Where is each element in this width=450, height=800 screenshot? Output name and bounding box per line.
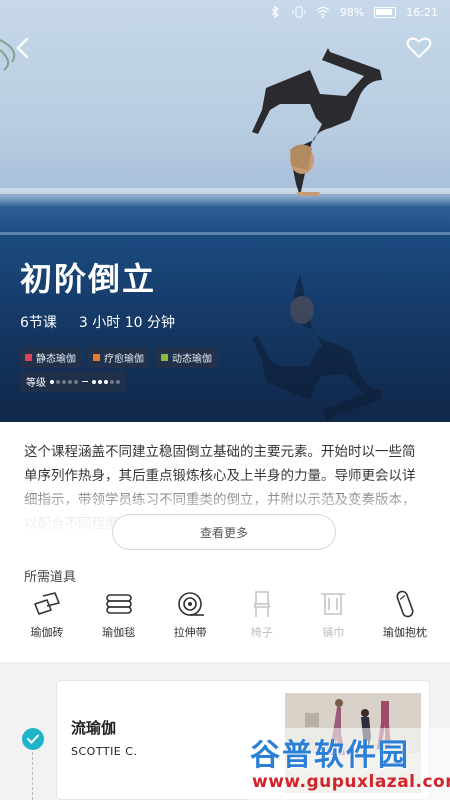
heart-icon[interactable] <box>406 36 432 60</box>
check-circle-icon <box>22 728 44 750</box>
prop-yoga-blanket: 瑜伽毯 <box>86 590 152 640</box>
wifi-icon <box>316 6 330 18</box>
bluetooth-icon <box>271 6 279 18</box>
lesson-teacher: SCOTTIE C. <box>71 745 138 758</box>
tag-color-dot <box>25 354 32 361</box>
status-bar: 98% 16:21 <box>0 0 450 24</box>
battery-icon <box>374 6 397 18</box>
prop-yoga-block: 瑜伽砖 <box>14 590 80 640</box>
timeline-line <box>32 752 33 800</box>
tag-static-yoga: 静态瑜伽 <box>20 347 82 368</box>
battery-percent: 98% <box>339 5 365 19</box>
strap-icon <box>178 592 205 616</box>
level-dots <box>50 379 120 384</box>
tag-color-dot <box>93 354 100 361</box>
yoga-block-icon <box>34 592 60 615</box>
tag-healing-yoga: 疗愈瑜伽 <box>88 347 150 368</box>
tag-dynamic-yoga: 动态瑜伽 <box>156 347 218 368</box>
difficulty-level: 等级 <box>20 371 126 392</box>
category-tags: 静态瑜伽 疗愈瑜伽 动态瑜伽 <box>20 347 218 368</box>
see-more-button[interactable]: 查看更多 <box>112 514 336 550</box>
towel-icon <box>321 593 346 615</box>
clock: 16:21 <box>406 5 438 19</box>
prop-strap: 拉伸带 <box>157 590 223 640</box>
bolster-icon <box>396 590 414 618</box>
prop-towel: 铺巾 <box>300 590 366 640</box>
lesson-name: 流瑜伽 <box>71 719 117 737</box>
watermark-logo-text: 谷普软件园 <box>250 738 410 773</box>
tag-color-dot <box>161 354 168 361</box>
chair-icon <box>253 591 270 617</box>
vibrate-icon <box>292 6 306 18</box>
lesson-count: 6节课 <box>20 315 57 331</box>
course-duration: 3 小时 10 分钟 <box>78 315 175 331</box>
course-title: 初阶倒立 <box>20 260 157 298</box>
course-meta: 6节课 3 小时 10 分钟 <box>20 312 175 332</box>
props-title: 所需道具 <box>24 570 77 585</box>
props-list: 瑜伽砖 瑜伽毯 拉伸带 椅子 铺巾 瑜伽抱枕 <box>14 590 438 640</box>
level-label: 等级 <box>26 378 46 389</box>
yoga-blanket-icon <box>105 594 132 614</box>
watermark-url: www.gupuxlazal.com <box>252 772 450 792</box>
back-arrow-icon[interactable] <box>12 36 36 60</box>
prop-chair: 椅子 <box>229 590 295 640</box>
prop-bolster: 瑜伽抱枕 <box>372 590 438 640</box>
